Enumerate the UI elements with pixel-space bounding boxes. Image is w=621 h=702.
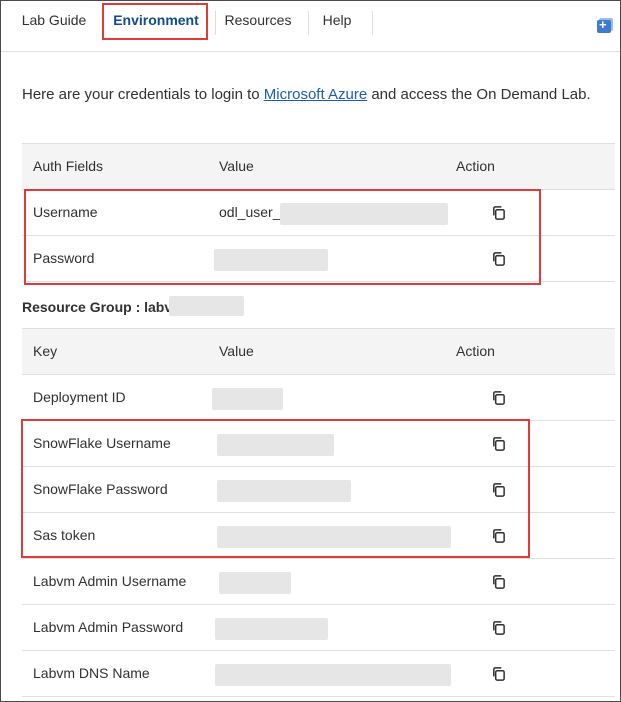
tab-divider xyxy=(308,11,309,35)
labvm-admin-password-label: Labvm Admin Password xyxy=(33,619,184,635)
header-value: Value xyxy=(219,158,254,174)
header-action: Action xyxy=(456,343,495,359)
redacted-value xyxy=(169,296,244,316)
tab-bar: Lab Guide Environment Resources Help xyxy=(1,1,620,52)
auth-table-header: Auth Fields Value Action xyxy=(22,143,615,190)
table-row: Deployment ID xyxy=(22,375,615,421)
copy-icon[interactable] xyxy=(491,666,506,681)
header-auth-fields: Auth Fields xyxy=(33,158,104,174)
new-window-icon[interactable] xyxy=(597,17,611,33)
credentials-highlight xyxy=(24,189,541,285)
snowflake-credentials-highlight xyxy=(21,419,530,558)
tab-help[interactable]: Help xyxy=(317,1,357,39)
lab-panel: Lab Guide Environment Resources Help Her… xyxy=(0,0,621,702)
redacted-value xyxy=(219,572,291,594)
tab-resources[interactable]: Resources xyxy=(223,1,293,39)
deployment-id-label: Deployment ID xyxy=(33,389,126,405)
tab-lab-guide[interactable]: Lab Guide xyxy=(19,1,89,39)
table-row: Labvm Admin Password xyxy=(22,605,615,651)
labvm-dns-name-label: Labvm DNS Name xyxy=(33,665,150,681)
environment-tab-highlight xyxy=(102,3,208,40)
copy-icon[interactable] xyxy=(491,390,506,405)
table-row: Labvm Admin Username xyxy=(22,559,615,605)
microsoft-azure-link[interactable]: Microsoft Azure xyxy=(264,86,367,103)
table-row: Labvm DNS Name xyxy=(22,651,615,697)
labvm-admin-username-label: Labvm Admin Username xyxy=(33,573,187,589)
redacted-value xyxy=(215,664,451,686)
redacted-value xyxy=(212,388,283,410)
copy-icon[interactable] xyxy=(491,620,506,635)
copy-icon[interactable] xyxy=(491,574,506,589)
tab-divider xyxy=(372,11,373,35)
intro-text-before: Here are your credentials to login to xyxy=(22,86,264,103)
resource-group-label: Resource Group : labvm- xyxy=(22,299,190,315)
header-key: Key xyxy=(33,343,58,359)
tab-divider xyxy=(215,11,216,35)
resource-table-header: Key Value Action xyxy=(22,328,615,375)
intro-text-after: and access the On Demand Lab. xyxy=(367,86,591,103)
intro-text: Here are your credentials to login to Mi… xyxy=(22,86,591,103)
redacted-value xyxy=(215,618,328,640)
header-action: Action xyxy=(456,158,495,174)
header-value: Value xyxy=(219,343,254,359)
